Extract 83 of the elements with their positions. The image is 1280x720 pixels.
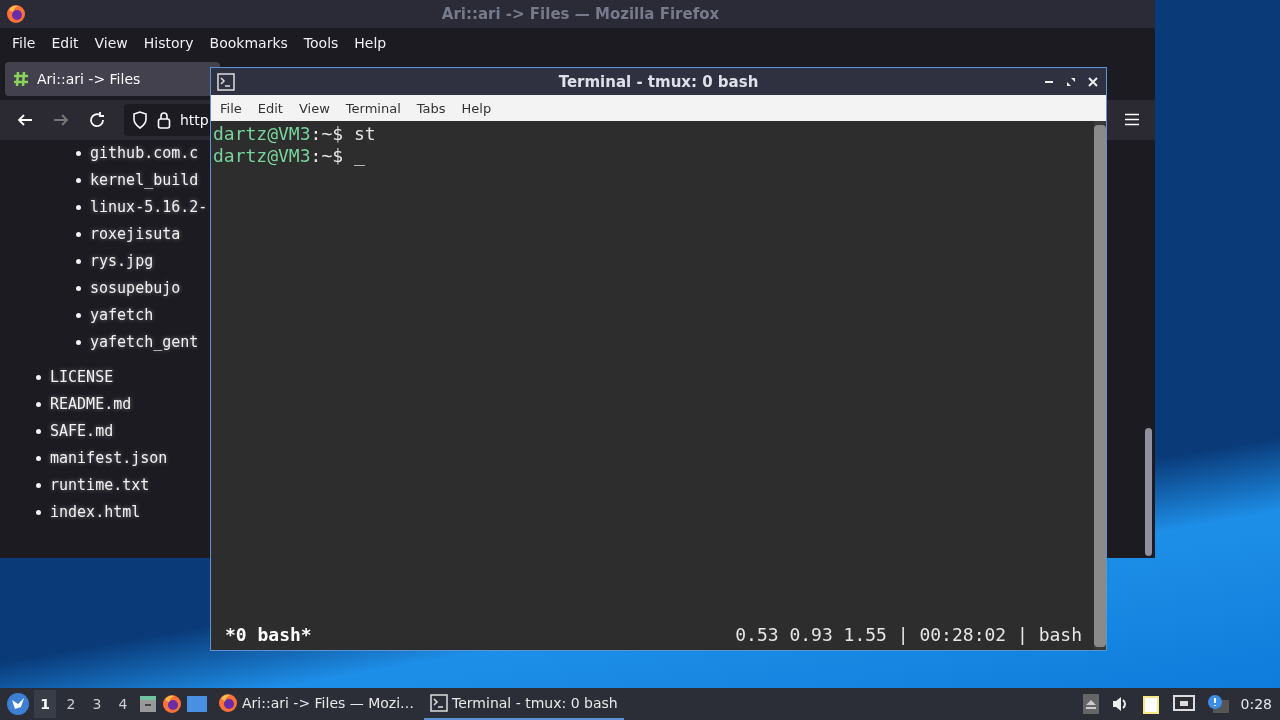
menu-item[interactable]: Bookmarks	[201, 35, 296, 51]
bullet-icon	[36, 375, 41, 380]
network-icon[interactable]	[1172, 695, 1195, 713]
file-link[interactable]: kernel_build	[90, 171, 199, 189]
bullet-icon	[76, 313, 81, 318]
hash-icon	[13, 71, 29, 87]
clipboard-icon[interactable]	[1140, 693, 1161, 715]
close-icon	[1088, 76, 1098, 87]
task-button[interactable]: Ari::ari -> Files — Mozi…	[212, 688, 421, 720]
bullet-icon	[76, 232, 81, 237]
prompt-path: :~$	[310, 123, 345, 145]
bullet-icon	[36, 483, 41, 488]
file-link[interactable]: LICENSE	[50, 368, 114, 386]
bullet-icon	[36, 402, 41, 407]
window-title: Ari::ari -> Files — Mozilla Firefox	[441, 5, 720, 23]
file-link[interactable]: manifest.json	[50, 449, 168, 467]
eject-icon[interactable]	[1082, 694, 1099, 714]
file-link[interactable]: rys.jpg	[90, 252, 154, 270]
file-cabinet-icon[interactable]	[138, 694, 158, 714]
file-link[interactable]: SAFE.md	[50, 422, 114, 440]
clock[interactable]: 0:28	[1240, 696, 1272, 712]
bullet-icon	[76, 205, 81, 210]
command-text: st	[353, 123, 376, 145]
menu-item[interactable]: File	[212, 100, 250, 116]
browser-tab[interactable]: Ari::ari -> Files	[5, 62, 220, 96]
scrollbar-thumb[interactable]	[1145, 428, 1152, 556]
menu-item[interactable]: View	[290, 100, 338, 116]
browser-logo-icon	[6, 4, 26, 24]
menu-item[interactable]: History	[135, 35, 202, 51]
workspace-button[interactable]: 2	[60, 690, 82, 718]
prompt-user: dartz@VM3	[213, 123, 311, 145]
browser-icon	[218, 693, 238, 713]
terminal-icon	[217, 72, 235, 91]
file-link[interactable]: index.html	[50, 503, 141, 521]
workspace-button[interactable]: 1	[34, 690, 56, 718]
tmux-status-text: 0.53 0.93 1.55 | 00:28:02 | bash	[735, 624, 1082, 646]
prompt-path: :~$	[310, 145, 345, 167]
menu-item[interactable]: Help	[346, 35, 395, 51]
browser-launcher-icon	[162, 694, 182, 714]
file-link[interactable]: yafetch_gent	[90, 333, 199, 351]
bullet-icon	[76, 286, 81, 291]
file-link[interactable]: sosupebujo	[90, 279, 181, 297]
bullet-icon	[36, 510, 41, 515]
task-button[interactable]: Terminal - tmux: 0 bash	[424, 688, 624, 720]
menu-icon[interactable]	[1125, 113, 1139, 126]
desktop-icon[interactable]	[186, 695, 208, 713]
workspace-button[interactable]: 4	[112, 690, 134, 718]
file-link[interactable]: README.md	[50, 395, 132, 413]
terminal-icon	[430, 694, 449, 712]
tmux-window-label: *0 bash*	[225, 624, 312, 646]
bullet-icon	[76, 259, 81, 264]
bullet-icon	[76, 340, 81, 345]
lock-icon	[157, 111, 171, 129]
menu-item[interactable]: Tabs	[408, 100, 454, 116]
command-text: _	[353, 145, 365, 167]
notification-icon[interactable]	[1206, 694, 1229, 714]
maximize-icon	[1066, 76, 1076, 87]
menu-item[interactable]: Edit	[249, 100, 291, 116]
file-link[interactable]: linux-5.16.2-	[90, 198, 208, 216]
close-button[interactable]	[1086, 74, 1100, 89]
bullet-icon	[36, 456, 41, 461]
reload-icon[interactable]	[88, 111, 106, 129]
menu-item[interactable]: File	[4, 35, 44, 51]
menu-item[interactable]: Tools	[295, 35, 347, 51]
file-link[interactable]: roxejisuta	[90, 225, 181, 243]
volume-icon[interactable]	[1110, 695, 1129, 713]
prompt-user: dartz@VM3	[213, 145, 311, 167]
menu-item[interactable]: Edit	[43, 35, 87, 51]
window-title: Terminal - tmux: 0 bash	[558, 72, 759, 91]
menu-item[interactable]: Terminal	[337, 100, 409, 116]
bullet-icon	[76, 151, 81, 156]
file-link[interactable]: github.com.c	[90, 144, 199, 162]
workspace-button[interactable]: 3	[86, 690, 108, 718]
bullet-icon	[36, 429, 41, 434]
file-link[interactable]: runtime.txt	[50, 476, 150, 494]
address-bar[interactable]: http	[124, 104, 210, 136]
bullet-icon	[76, 178, 81, 183]
scrollbar-thumb[interactable]	[1094, 125, 1106, 647]
start-menu-icon[interactable]	[6, 692, 30, 716]
menu-item[interactable]: View	[86, 35, 136, 51]
file-link[interactable]: yafetch	[90, 306, 154, 324]
shield-icon	[132, 111, 148, 129]
menu-item[interactable]: Help	[453, 100, 500, 116]
